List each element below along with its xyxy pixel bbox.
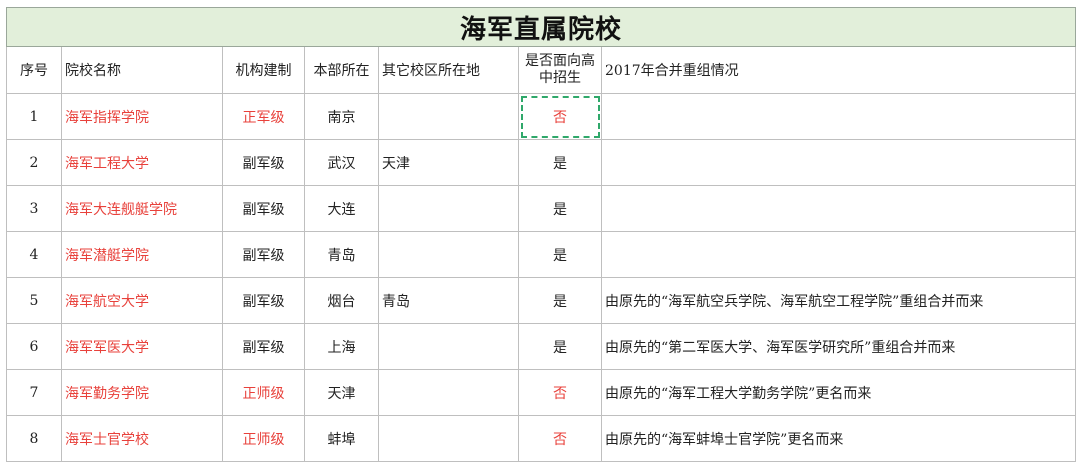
cell-other-campus[interactable] [378, 323, 519, 370]
cell-hq[interactable]: 青岛 [304, 231, 379, 278]
cell-name[interactable]: 海军勤务学院 [61, 369, 223, 416]
table-row: 7 海军勤务学院 正师级 天津 否由原先的“海军工程大学勤务学院”更名而来 [6, 369, 1077, 416]
cell-name[interactable]: 海军军医大学 [61, 323, 223, 370]
cell-index[interactable]: 1 [6, 93, 62, 140]
cell-name[interactable]: 海军大连舰艇学院 [61, 185, 223, 232]
cell-hq[interactable]: 上海 [304, 323, 379, 370]
cell-merger-note[interactable]: 由原先的“海军工程大学勤务学院”更名而来 [600, 369, 1077, 416]
cell-level[interactable]: 正军级 [222, 93, 305, 140]
cell-index[interactable]: 8 [6, 415, 62, 462]
cell-level[interactable]: 副军级 [222, 277, 305, 324]
cell-high-school[interactable]: 是 [518, 139, 602, 186]
cell-high-school[interactable]: 否 [518, 415, 602, 462]
header-high-school[interactable]: 是否面向高中招生 [518, 46, 602, 94]
cell-merger-note[interactable]: 由原先的“第二军医大学、海军医学研究所”重组合并而来 [600, 323, 1077, 370]
cell-merger-note[interactable] [600, 185, 1077, 232]
cell-merger-note[interactable] [600, 231, 1077, 278]
cell-hq[interactable]: 南京 [304, 93, 379, 140]
table-row: 8 海军士官学校 正师级 蚌埠 否由原先的“海军蚌埠士官学院”更名而来 [6, 415, 1077, 462]
cell-level[interactable]: 正师级 [222, 415, 305, 462]
cell-high-school[interactable]: 是 [518, 323, 602, 370]
cell-merger-note[interactable]: 由原先的“海军蚌埠士官学院”更名而来 [600, 415, 1077, 462]
cell-high-school[interactable]: 是 [518, 231, 602, 278]
cell-index[interactable]: 5 [6, 277, 62, 324]
header-name[interactable]: 院校名称 [61, 46, 223, 94]
cell-other-campus[interactable] [378, 93, 519, 140]
cell-hq[interactable]: 烟台 [304, 277, 379, 324]
cell-other-campus[interactable]: 天津 [378, 139, 519, 186]
cell-other-campus[interactable] [378, 231, 519, 278]
table-row: 3 海军大连舰艇学院 副军级 大连 是 [6, 185, 1077, 232]
header-index[interactable]: 序号 [6, 46, 62, 94]
cell-other-campus[interactable] [378, 415, 519, 462]
cell-index[interactable]: 6 [6, 323, 62, 370]
cell-level[interactable]: 副军级 [222, 231, 305, 278]
spreadsheet: 海军直属院校 序号 院校名称 机构建制 本部所在 其它校区所在地 是否面向高中招… [0, 0, 1080, 464]
cell-index[interactable]: 7 [6, 369, 62, 416]
cell-other-campus[interactable] [378, 185, 519, 232]
cell-other-campus[interactable] [378, 369, 519, 416]
cell-hq[interactable]: 天津 [304, 369, 379, 416]
header-hq[interactable]: 本部所在 [304, 46, 379, 94]
header-merger-note[interactable]: 2017年合并重组情况 [600, 46, 1077, 94]
cell-name[interactable]: 海军潜艇学院 [61, 231, 223, 278]
cell-hq[interactable]: 武汉 [304, 139, 379, 186]
cell-merger-note[interactable]: 由原先的“海军航空兵学院、海军航空工程学院”重组合并而来 [600, 277, 1077, 324]
cell-merger-note[interactable] [600, 139, 1077, 186]
cell-name[interactable]: 海军士官学校 [61, 415, 223, 462]
cell-high-school[interactable]: 否 [518, 369, 602, 416]
table-row: 1 海军指挥学院 正军级 南京 否 [6, 93, 1077, 140]
cell-merger-note[interactable] [600, 93, 1077, 140]
cell-index[interactable]: 4 [6, 231, 62, 278]
cell-hq[interactable]: 蚌埠 [304, 415, 379, 462]
cell-other-campus[interactable]: 青岛 [378, 277, 519, 324]
cell-name[interactable]: 海军航空大学 [61, 277, 223, 324]
header-level[interactable]: 机构建制 [222, 46, 305, 94]
cell-high-school[interactable]: 否 [518, 93, 602, 140]
cell-level[interactable]: 副军级 [222, 323, 305, 370]
cell-level[interactable]: 副军级 [222, 185, 305, 232]
table-row: 5 海军航空大学 副军级 烟台 青岛是由原先的“海军航空兵学院、海军航空工程学院”重组合… [6, 277, 1077, 324]
cell-level[interactable]: 副军级 [222, 139, 305, 186]
header-other-campus[interactable]: 其它校区所在地 [378, 46, 519, 94]
cell-name[interactable]: 海军指挥学院 [61, 93, 223, 140]
cell-index[interactable]: 2 [6, 139, 62, 186]
academies-table: 海军直属院校 序号 院校名称 机构建制 本部所在 其它校区所在地 是否面向高中招… [5, 7, 1077, 462]
cell-index[interactable]: 3 [6, 185, 62, 232]
cell-high-school[interactable]: 是 [518, 277, 602, 324]
table-body: 1 海军指挥学院 正军级 南京否 2 海军工程大学 副军级 武汉 天津是 3 海军大连舰艇学院 副军级… [6, 93, 1077, 462]
cell-hq[interactable]: 大连 [304, 185, 379, 232]
table-row: 4 海军潜艇学院 副军级 青岛 是 [6, 231, 1077, 278]
table-row: 6 海军军医大学 副军级 上海 是由原先的“第二军医大学、海军医学研究所”重组合并而来 [6, 323, 1077, 370]
cell-high-school[interactable]: 是 [518, 185, 602, 232]
cell-level[interactable]: 正师级 [222, 369, 305, 416]
table-row: 2 海军工程大学 副军级 武汉 天津是 [6, 139, 1077, 186]
cell-name[interactable]: 海军工程大学 [61, 139, 223, 186]
table-title[interactable]: 海军直属院校 [5, 7, 1077, 47]
